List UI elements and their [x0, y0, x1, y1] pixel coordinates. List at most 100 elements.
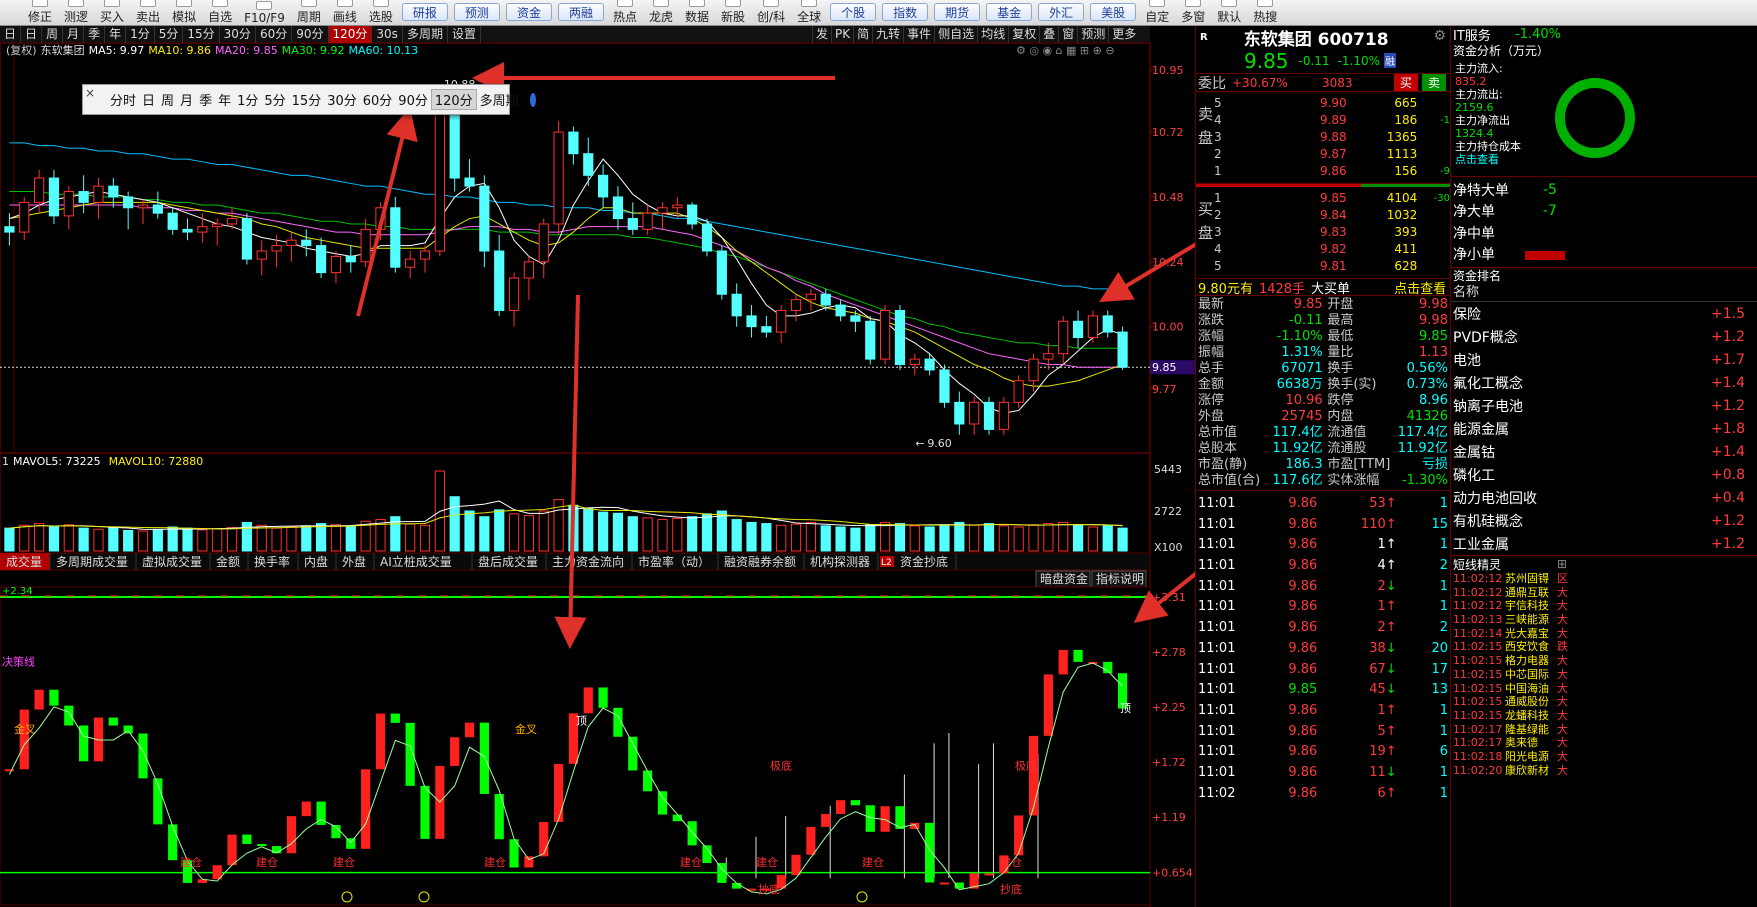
popup-period-9[interactable]: 30分 — [324, 90, 360, 109]
chart-tool-3[interactable]: 九转 — [872, 26, 903, 43]
rank-row[interactable]: 工业金属 +1.2 — [1451, 532, 1757, 555]
toolbar-button-buttons-1[interactable]: 预测 — [453, 3, 500, 21]
period-tab-10[interactable]: 60分 — [256, 25, 293, 43]
toolbar-item-items2-1[interactable]: 龙虎 — [643, 0, 679, 25]
bid-level[interactable]: 3 9.83 393 — [1196, 224, 1450, 241]
popup-period-0[interactable]: 分时 — [107, 90, 139, 109]
popup-period-7[interactable]: 5分 — [261, 90, 288, 109]
period-tab-7[interactable]: 5分 — [155, 25, 184, 43]
rank-row[interactable]: 磷化工 +0.8 — [1451, 463, 1757, 486]
toolbar-item-items-6[interactable]: F10/F9 — [238, 0, 291, 25]
indicator-tab-12[interactable]: 机构探测器 — [810, 553, 879, 570]
toolbar-button-buttons2-2[interactable]: 期货 — [934, 3, 981, 21]
period-tab-4[interactable]: 季 — [84, 25, 106, 43]
popup-period-12[interactable]: 120分 — [430, 89, 477, 110]
indicator-tab-13[interactable]: 资金抄底 — [900, 553, 957, 570]
indicator-tab-0[interactable]: 成交量 — [0, 553, 51, 570]
period-tab-15[interactable]: 设置 — [448, 25, 481, 43]
toolbar-item-items3-1[interactable]: 多窗 — [1175, 0, 1211, 25]
bid-level[interactable]: 2 9.84 1032 — [1196, 207, 1450, 224]
ask-level[interactable]: 1 9.86 156 -9 — [1196, 163, 1450, 180]
chart-tool-9[interactable]: 窗 — [1058, 26, 1077, 43]
period-tab-12[interactable]: 120分 — [328, 25, 373, 43]
period-tab-8[interactable]: 15分 — [183, 25, 220, 43]
toolbar-item-items-8[interactable]: 画线 — [327, 0, 363, 25]
chart-tool-6[interactable]: 均线 — [977, 26, 1008, 43]
chart-tool-2[interactable]: 简 — [853, 26, 872, 43]
nav-back-icon[interactable] — [0, 0, 22, 25]
rank-row[interactable]: 有机硅概念 +1.2 — [1451, 509, 1757, 532]
indicator-tab-2[interactable]: 虚拟成交量 — [142, 553, 211, 570]
ask-level[interactable]: 5 9.90 665 — [1196, 95, 1450, 112]
toolbar-item-items2-4[interactable]: 创/科 — [751, 0, 791, 25]
toolbar-item-items-1[interactable]: 测逻 — [58, 0, 94, 25]
sell-button[interactable]: 卖 — [1422, 74, 1447, 91]
toolbar-button-buttons2-0[interactable]: 个股 — [830, 3, 877, 21]
rank-row[interactable]: 钠离子电池 +1.2 — [1451, 394, 1757, 417]
popup-period-1[interactable]: 日 — [139, 90, 158, 109]
period-tab-5[interactable]: 年 — [105, 25, 127, 43]
chart-tool-0[interactable]: 发 — [812, 26, 831, 43]
period-tab-9[interactable]: 30分 — [220, 25, 256, 43]
toolbar-item-items-4[interactable]: 模拟 — [166, 0, 202, 25]
rank-row[interactable]: 能源金属 +1.8 — [1451, 417, 1757, 440]
toolbar-item-items-3[interactable]: 卖出 — [130, 0, 166, 25]
indicator-tab-1[interactable]: 多周期成交量 — [56, 553, 137, 570]
ask-level[interactable]: 2 9.87 1113 — [1196, 146, 1450, 163]
rank-row[interactable]: 动力电池回收 +0.4 — [1451, 486, 1757, 509]
sprite-row[interactable]: 11:02:15 通威股份大 — [1451, 695, 1757, 709]
toolbar-button-buttons-3[interactable]: 两融 — [557, 3, 604, 21]
toolbar-button-buttons-2[interactable]: 资金 — [505, 3, 552, 21]
popup-period-2[interactable]: 周 — [158, 90, 177, 109]
rank-row[interactable]: 金属钴 +1.4 — [1451, 440, 1757, 463]
rank-row[interactable]: 氟化工概念 +1.4 — [1451, 371, 1757, 394]
sprite-row[interactable]: 11:02:15 中国海油大 — [1451, 682, 1757, 696]
toolbar-item-items2-3[interactable]: 新股 — [715, 0, 751, 25]
indicator-tab-10[interactable]: 市盈率（动） — [638, 553, 719, 570]
big-order-link[interactable]: 点击查看 — [1394, 278, 1446, 297]
sprite-row[interactable]: 11:02:20 康欣新材大 — [1451, 764, 1757, 778]
period-tab-1[interactable]: 日 — [21, 25, 43, 43]
toolbar-item-items-2[interactable]: 买入 — [94, 0, 130, 25]
kline-chart-area[interactable]: (复权) 东软集团 MA5: 9.97 MA10: 9.86 MA20: 9.85 MA3… — [0, 43, 1195, 907]
popup-close-button[interactable]: × — [85, 86, 95, 100]
toolbar-item-items-7[interactable]: 周期 — [291, 0, 327, 25]
rank-row[interactable]: PVDF概念 +1.2 — [1451, 325, 1757, 348]
popup-period-10[interactable]: 60分 — [360, 90, 396, 109]
chart-tool-5[interactable]: 侧自选 — [934, 26, 977, 43]
chart-tool-4[interactable]: 事件 — [903, 26, 934, 43]
ask-level[interactable]: 4 9.89 186 -1 — [1196, 112, 1450, 129]
sprite-row[interactable]: 11:02:15 龙蟠科技大 — [1451, 709, 1757, 723]
rank-row[interactable]: 保险 +1.5 — [1451, 302, 1757, 325]
toolbar-item-items-9[interactable]: 选股 — [363, 0, 399, 25]
indicator-tab-9[interactable]: 主力资金流向 — [552, 553, 633, 570]
indicator-tab-8[interactable]: 盘后成交量 — [478, 553, 547, 570]
period-tab-3[interactable]: 月 — [63, 25, 85, 43]
buy-button[interactable]: 买 — [1394, 74, 1419, 91]
sprite-row[interactable]: 11:02:17 奥来德大 — [1451, 736, 1757, 750]
toolbar-button-buttons2-4[interactable]: 外汇 — [1038, 3, 1085, 21]
gear-icon[interactable] — [529, 92, 536, 107]
toolbar-item-items3-3[interactable]: 热搜 — [1247, 0, 1283, 25]
chart-tool-10[interactable]: 预测 — [1077, 26, 1108, 43]
sprite-row[interactable]: 11:02:17 隆基绿能大 — [1451, 723, 1757, 737]
sprite-row[interactable]: 11:02:12 苏州固锝区 — [1451, 572, 1757, 586]
toolbar-item-items-0[interactable]: 修正 — [22, 0, 58, 25]
toolbar-item-items2-2[interactable]: 数据 — [679, 0, 715, 25]
period-tab-11[interactable]: 90分 — [292, 25, 329, 43]
toolbar-item-items3-0[interactable]: 自定 — [1139, 0, 1175, 25]
toolbar-button-buttons2-3[interactable]: 基金 — [986, 3, 1033, 21]
chart-tool-11[interactable]: 更多 — [1108, 26, 1139, 43]
bid-level[interactable]: 4 9.82 411 — [1196, 241, 1450, 258]
period-tab-13[interactable]: 30s — [372, 25, 403, 43]
toolbar-button-buttons2-1[interactable]: 指数 — [882, 3, 929, 21]
sprite-settings-icon[interactable]: ⊞ — [1557, 557, 1567, 571]
gear-icon[interactable]: ⚙ — [1433, 28, 1446, 44]
period-tab-2[interactable]: 周 — [42, 25, 64, 43]
toolbar-item-items2-0[interactable]: 热点 — [607, 0, 643, 25]
toolbar-item-global[interactable]: 全球 — [791, 0, 827, 25]
chart-tool-8[interactable]: 叠 — [1039, 26, 1058, 43]
period-tab-0[interactable]: 日 — [0, 25, 22, 43]
bid-level[interactable]: 1 9.85 4104 -30 — [1196, 190, 1450, 207]
toolbar-button-buttons2-5[interactable]: 美股 — [1090, 3, 1137, 21]
